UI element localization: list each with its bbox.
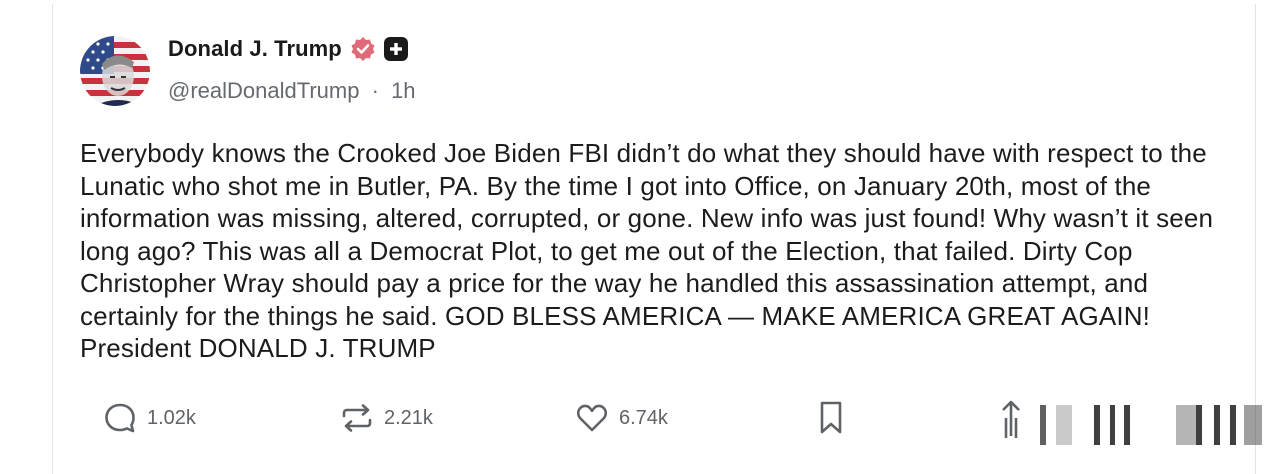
artifact-bar (1214, 405, 1220, 445)
artifact-bar (1094, 405, 1100, 445)
artifact-bar (1124, 405, 1130, 445)
artifact-bar (1056, 405, 1072, 445)
artifact-bar (1244, 405, 1262, 445)
handle-row: @realDonaldTrump · 1h (168, 78, 416, 104)
bookmark-button[interactable] (816, 396, 846, 440)
artifact-bar (1110, 405, 1115, 445)
author-name[interactable]: Donald J. Trump (168, 36, 342, 62)
artifact-bar (1230, 405, 1236, 445)
artifact-bar (1176, 405, 1196, 445)
plus-badge-icon (383, 37, 408, 61)
artifact-bar (1196, 405, 1202, 445)
avatar[interactable] (80, 36, 150, 106)
post-text: Everybody knows the Crooked Joe Biden FB… (80, 138, 1214, 363)
author-handle[interactable]: @realDonaldTrump (168, 78, 359, 103)
reply-count: 1.02k (147, 406, 196, 429)
share-icon (1002, 400, 1020, 438)
separator: · (371, 78, 379, 103)
reply-bubble-icon (105, 403, 135, 433)
verified-badge-icon (350, 36, 376, 62)
heart-icon (576, 404, 608, 432)
timestamp[interactable]: 1h (391, 78, 415, 103)
bookmark-icon (820, 401, 842, 434)
repost-icon (342, 404, 372, 432)
author-row: Donald J. Trump (168, 36, 408, 62)
share-button[interactable] (996, 396, 1026, 440)
repost-button[interactable]: 2.21k (340, 396, 433, 440)
reply-button[interactable]: 1.02k (103, 396, 196, 440)
like-count: 6.74k (619, 406, 668, 429)
artifact-bar (1040, 405, 1046, 445)
like-button[interactable]: 6.74k (575, 396, 668, 440)
repost-count: 2.21k (384, 406, 433, 429)
